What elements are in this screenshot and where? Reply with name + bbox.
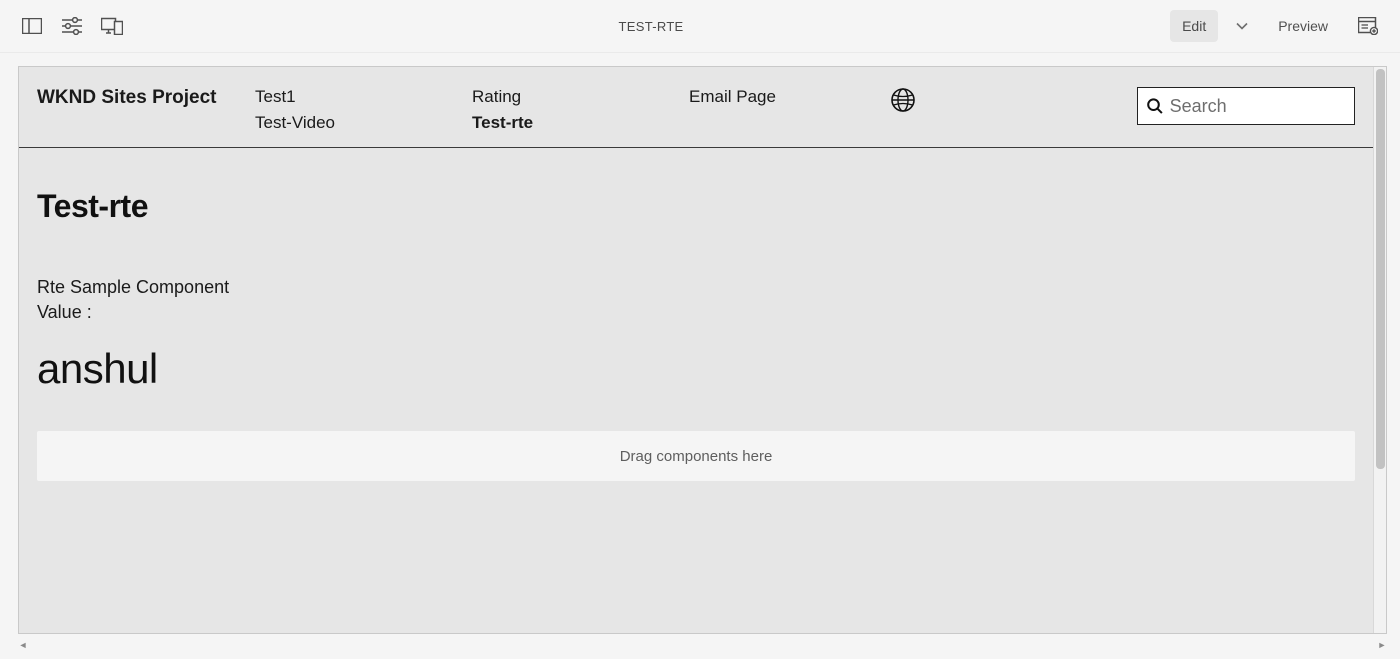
preview-button[interactable]: Preview <box>1266 10 1340 42</box>
search-icon <box>1146 96 1164 116</box>
side-panel-toggle-icon[interactable] <box>12 6 52 46</box>
nav-link-email-page[interactable]: Email Page <box>689 87 889 107</box>
page-info-icon[interactable] <box>1348 6 1388 46</box>
hscroll-right-arrow-icon[interactable]: ► <box>1377 639 1387 651</box>
page-title: TEST-RTE <box>132 19 1170 34</box>
component-value: anshul <box>37 345 1355 393</box>
site-header: WKND Sites Project Test1 Test-Video Rati… <box>19 67 1373 148</box>
app-bar-right: Edit Preview <box>1170 6 1388 46</box>
page-body: Test-rte Rte Sample Component Value : an… <box>19 148 1373 501</box>
component-value-label: Value : <box>37 302 1355 323</box>
nav-col-1: Test1 Test-Video <box>255 87 472 133</box>
dropzone-label: Drag components here <box>620 448 773 465</box>
component-title: Rte Sample Component <box>37 277 1355 298</box>
emulator-devices-icon[interactable] <box>92 6 132 46</box>
mode-dropdown-button[interactable] <box>1226 10 1258 42</box>
chevron-down-icon <box>1236 22 1248 30</box>
rte-sample-component[interactable]: Rte Sample Component Value : anshul <box>37 277 1355 393</box>
hscroll-left-arrow-icon[interactable]: ◄ <box>18 639 28 651</box>
nav-link-test-video[interactable]: Test-Video <box>255 113 472 133</box>
page-canvas: WKND Sites Project Test1 Test-Video Rati… <box>18 66 1387 634</box>
page-heading: Test-rte <box>37 188 1355 225</box>
horizontal-scrollbar[interactable]: ◄ ► <box>18 639 1387 651</box>
search-box[interactable] <box>1137 87 1355 125</box>
app-bar: TEST-RTE Edit Preview <box>0 0 1400 53</box>
nav-col-3: Email Page <box>689 87 889 107</box>
nav-link-test-rte[interactable]: Test-rte <box>472 113 689 133</box>
nav-link-rating[interactable]: Rating <box>472 87 689 107</box>
language-switcher[interactable] <box>889 87 917 113</box>
search-input[interactable] <box>1170 96 1346 117</box>
component-dropzone[interactable]: Drag components here <box>37 431 1355 481</box>
globe-icon <box>890 87 916 113</box>
vertical-scrollbar[interactable] <box>1373 67 1386 633</box>
nav-link-test1[interactable]: Test1 <box>255 87 472 107</box>
editor-shell: WKND Sites Project Test1 Test-Video Rati… <box>0 53 1400 659</box>
edit-mode-button[interactable]: Edit <box>1170 10 1218 42</box>
page-properties-icon[interactable] <box>52 6 92 46</box>
site-brand[interactable]: WKND Sites Project <box>37 87 255 109</box>
nav-col-2: Rating Test-rte <box>472 87 689 133</box>
app-bar-left <box>12 6 132 46</box>
vertical-scrollbar-thumb[interactable] <box>1376 69 1385 469</box>
